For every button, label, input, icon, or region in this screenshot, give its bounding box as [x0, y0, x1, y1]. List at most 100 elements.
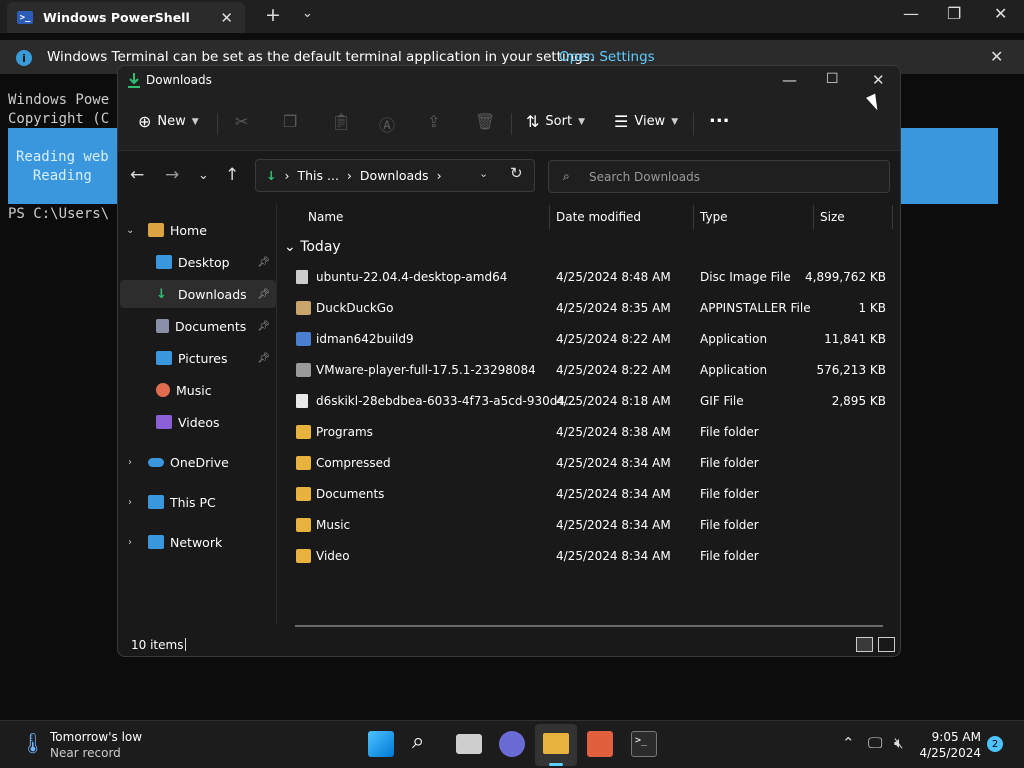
weather-widget[interactable]: Tomorrow's low Near record: [50, 729, 142, 761]
view-list-icon: ☰: [614, 112, 629, 131]
folder-row[interactable]: Documents 4/25/2024 8:34 AM File folder: [288, 479, 893, 510]
close-tab-icon[interactable]: ✕: [220, 9, 233, 27]
column-header-date[interactable]: Date modified: [556, 210, 641, 224]
close-icon[interactable]: ✕: [994, 4, 1007, 23]
column-header-name[interactable]: Name: [308, 210, 343, 224]
pin-icon[interactable]: 📌︎: [257, 257, 270, 268]
pin-icon[interactable]: 📌︎: [257, 289, 270, 300]
sidebar-item-this-pc[interactable]: › This PC: [120, 488, 276, 516]
column-separator[interactable]: [693, 205, 694, 229]
sort-button[interactable]: ⇅ Sort ▼: [526, 112, 585, 131]
delete-icon[interactable]: 🗑︎: [475, 112, 495, 131]
pin-icon[interactable]: 📌︎: [257, 353, 270, 364]
file-date: 4/25/2024 8:22 AM: [556, 332, 671, 346]
chevron-right-icon[interactable]: ›: [128, 457, 132, 468]
file-date: 4/25/2024 8:34 AM: [556, 456, 671, 470]
minimize-icon[interactable]: —: [903, 4, 919, 23]
details-view-icon[interactable]: [856, 637, 873, 652]
chevron-up-icon[interactable]: ⌃: [842, 734, 855, 752]
new-button[interactable]: ⊕ New ▼: [138, 112, 199, 131]
breadcrumb-downloads[interactable]: Downloads: [360, 168, 429, 183]
file-type: File folder: [700, 487, 759, 501]
open-settings-link[interactable]: Open Settings: [559, 49, 655, 65]
folder-row[interactable]: Music 4/25/2024 8:34 AM File folder: [288, 510, 893, 541]
column-separator[interactable]: [813, 205, 814, 229]
new-tab-icon[interactable]: +: [265, 4, 281, 26]
column-header-size[interactable]: Size: [820, 210, 845, 224]
file-size: 11,841 KB: [824, 332, 886, 346]
share-icon[interactable]: ⇪: [427, 112, 440, 131]
column-separator[interactable]: [892, 205, 893, 229]
weather-icon[interactable]: 🌡︎: [20, 731, 45, 755]
file-row[interactable]: idman642build9 4/25/2024 8:22 AM Applica…: [288, 324, 893, 355]
home-icon: [148, 223, 164, 237]
tiles-view-icon[interactable]: [878, 637, 895, 652]
group-header[interactable]: ⌄ Today: [284, 239, 341, 255]
maximize-icon[interactable]: ☐: [826, 71, 839, 87]
file-row[interactable]: DuckDuckGo 4/25/2024 8:35 AM APPINSTALLE…: [288, 293, 893, 324]
horizontal-scrollbar[interactable]: [295, 625, 883, 627]
restore-icon[interactable]: ❐: [947, 4, 961, 23]
chevron-right-icon[interactable]: ›: [437, 168, 442, 183]
explorer-taskbar-button[interactable]: [535, 724, 577, 766]
folder-row[interactable]: Programs 4/25/2024 8:38 AM File folder: [288, 417, 893, 448]
progress-line: Reading web: [16, 149, 109, 165]
refresh-icon[interactable]: ↻: [510, 164, 523, 182]
file-row[interactable]: VMware-player-full-17.5.1-23298084 4/25/…: [288, 355, 893, 386]
file-row[interactable]: d6skikl-28ebdbea-6033-4f73-a5cd-930d4...…: [288, 386, 893, 417]
sidebar-item-desktop[interactable]: Desktop 📌︎: [120, 248, 276, 276]
minimize-icon[interactable]: —: [782, 71, 797, 89]
breadcrumb-this-pc[interactable]: This ...: [297, 168, 338, 183]
network-tray-icon[interactable]: 🖵︎: [868, 734, 882, 752]
sidebar-item-documents[interactable]: Documents 📌︎: [120, 312, 276, 340]
start-icon[interactable]: [368, 731, 394, 757]
terminal-tab[interactable]: >_ Windows PowerShell ✕: [7, 2, 245, 33]
file-row[interactable]: ubuntu-22.04.4-desktop-amd64 4/25/2024 8…: [288, 262, 893, 293]
column-header-type[interactable]: Type: [700, 210, 728, 224]
chevron-right-icon[interactable]: ›: [128, 497, 132, 508]
sidebar-item-onedrive[interactable]: › OneDrive: [120, 448, 276, 476]
address-bar[interactable]: ↓ › This ... › Downloads ›: [255, 159, 535, 192]
system-clock[interactable]: 9:05 AM 4/25/2024: [919, 729, 981, 761]
forward-icon[interactable]: →: [165, 165, 179, 185]
up-icon[interactable]: ↑: [225, 165, 239, 185]
chat-icon[interactable]: [499, 731, 525, 757]
cut-icon[interactable]: ✂: [235, 112, 248, 131]
sidebar-item-home[interactable]: ⌄ Home: [120, 216, 276, 244]
close-info-icon[interactable]: ✕: [990, 47, 1003, 66]
notification-badge[interactable]: 2: [987, 736, 1003, 752]
chevron-down-icon[interactable]: ⌄: [126, 225, 134, 236]
search-box[interactable]: ⌕ Search Downloads: [548, 160, 890, 193]
pin-icon[interactable]: 📌︎: [257, 321, 270, 332]
address-dropdown-icon[interactable]: ⌄: [479, 167, 488, 180]
copy-icon[interactable]: ❐: [283, 112, 297, 131]
progress-line: Reading: [16, 168, 92, 184]
task-view-icon[interactable]: [456, 734, 482, 754]
sidebar-item-videos[interactable]: Videos: [120, 408, 276, 436]
column-separator[interactable]: [549, 205, 550, 229]
file-date: 4/25/2024 8:34 AM: [556, 487, 671, 501]
close-icon[interactable]: ✕: [872, 71, 885, 89]
folder-row[interactable]: Video 4/25/2024 8:34 AM File folder: [288, 541, 893, 572]
sidebar-item-music[interactable]: Music: [120, 376, 276, 404]
sidebar-label: Videos: [178, 414, 220, 430]
view-button[interactable]: ☰ View ▼: [614, 112, 678, 131]
terminal-icon[interactable]: >_: [631, 731, 657, 757]
back-icon[interactable]: ←: [130, 165, 144, 185]
volume-muted-icon[interactable]: 🔇︎: [894, 734, 903, 752]
chevron-down-icon[interactable]: ⌄: [302, 6, 313, 21]
folder-row[interactable]: Compressed 4/25/2024 8:34 AM File folder: [288, 448, 893, 479]
chevron-right-icon[interactable]: ›: [284, 168, 289, 183]
sidebar-item-downloads[interactable]: ↓ Downloads 📌︎: [120, 280, 276, 308]
chevron-right-icon[interactable]: ›: [128, 537, 132, 548]
paste-icon[interactable]: 📋︎: [331, 112, 351, 131]
more-options-button[interactable]: ...: [709, 106, 730, 127]
chevron-right-icon[interactable]: ›: [347, 168, 352, 183]
search-icon[interactable]: ⌕: [412, 729, 438, 755]
rename-icon[interactable]: Ⓐ: [379, 112, 395, 136]
recent-locations-icon[interactable]: ⌄: [198, 168, 209, 183]
sidebar-item-network[interactable]: › Network: [120, 528, 276, 556]
sidebar-item-pictures[interactable]: Pictures 📌︎: [120, 344, 276, 372]
store-icon[interactable]: [587, 731, 613, 757]
pane-splitter[interactable]: [276, 204, 277, 624]
